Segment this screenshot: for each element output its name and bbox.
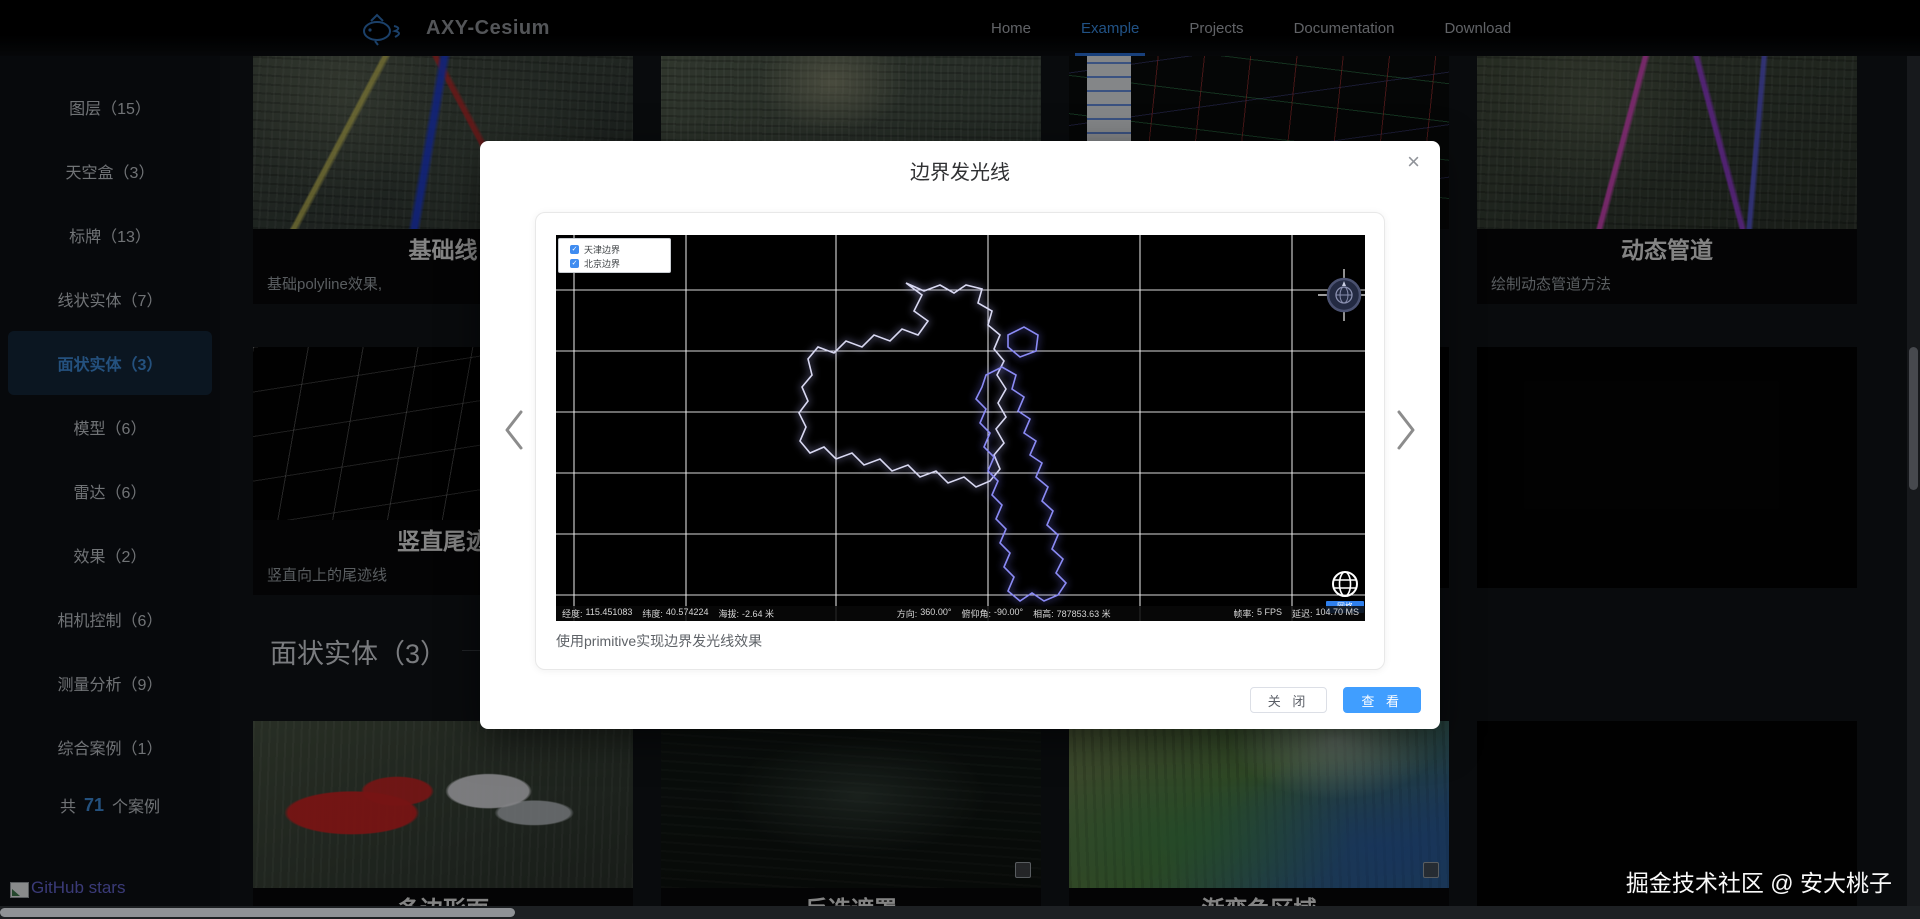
close-icon[interactable]: × bbox=[1407, 151, 1420, 173]
latency-label: 延迟: bbox=[1292, 607, 1313, 620]
dialog-footer: 关 闭 查 看 bbox=[1250, 687, 1421, 713]
layer-label: 天津边界 bbox=[584, 243, 620, 256]
layer-row-beijing[interactable]: ✓ 北京边界 bbox=[570, 256, 670, 270]
heading-label: 方向: bbox=[897, 607, 918, 620]
status-perf-group: 帧率:5 FPS 延迟:104.70 MS bbox=[1233, 607, 1359, 620]
heading-value: 360.00° bbox=[920, 607, 951, 620]
watermark: 掘金技术社区 @ 安大桃子 bbox=[1626, 864, 1892, 898]
tianjin-boundary-line bbox=[976, 367, 1066, 601]
beijing-boundary-line bbox=[799, 283, 1006, 487]
altitude-value: -2.64 米 bbox=[742, 607, 774, 620]
fps-value: 5 FPS bbox=[1257, 607, 1282, 620]
dialog-title: 边界发光线 bbox=[480, 156, 1440, 185]
preview-caption: 使用primitive实现边界发光线效果 bbox=[556, 631, 762, 651]
cesium-map-preview[interactable]: ✓ 天津边界 ✓ 北京边界 bbox=[556, 235, 1365, 621]
status-camera-group: 方向:360.00° 俯仰角:-90.00° 相高:787853.63 米 bbox=[897, 607, 1111, 620]
example-dialog: 边界发光线 × bbox=[480, 141, 1440, 729]
vertical-scrollbar[interactable] bbox=[1907, 56, 1920, 919]
prev-arrow-button[interactable] bbox=[502, 407, 526, 453]
status-position-group: 经度:115.451083 纬度:40.574224 海拔:-2.64 米 bbox=[562, 607, 774, 620]
globe-icon bbox=[1330, 569, 1360, 599]
layer-panel: ✓ 天津边界 ✓ 北京边界 bbox=[558, 238, 671, 273]
close-button[interactable]: 关 闭 bbox=[1250, 687, 1328, 713]
page: 基础线 基础polyline效果, 动态管道 绘制动态管道方法 竖直尾迹 竖直向… bbox=[0, 0, 1920, 919]
camera-height-label: 相高: bbox=[1033, 607, 1054, 620]
viewer-statusbar: 经度:115.451083 纬度:40.574224 海拔:-2.64 米 方向… bbox=[556, 606, 1365, 621]
compass-widget[interactable] bbox=[1318, 269, 1365, 321]
tianjin-boundary-exclave bbox=[1008, 327, 1038, 357]
longitude-value: 115.451083 bbox=[586, 607, 633, 620]
pitch-value: -90.00° bbox=[994, 607, 1023, 620]
layer-row-tianjin[interactable]: ✓ 天津边界 bbox=[570, 242, 670, 256]
camera-height-value: 787853.63 米 bbox=[1057, 607, 1111, 620]
latitude-value: 40.574224 bbox=[666, 607, 709, 620]
chevron-right-icon bbox=[1394, 407, 1418, 453]
altitude-label: 海拔: bbox=[718, 607, 739, 620]
checkbox-checked-icon[interactable]: ✓ bbox=[570, 259, 579, 268]
pitch-label: 俯仰角: bbox=[961, 607, 991, 620]
latitude-label: 纬度: bbox=[642, 607, 663, 620]
map-scene bbox=[556, 235, 1365, 621]
longitude-label: 经度: bbox=[562, 607, 583, 620]
view-button[interactable]: 查 看 bbox=[1343, 687, 1421, 713]
horizontal-scrollbar[interactable] bbox=[0, 906, 1920, 919]
layer-label: 北京边界 bbox=[584, 257, 620, 270]
graticule-grid bbox=[556, 235, 1365, 621]
latency-value: 104.70 MS bbox=[1315, 607, 1359, 620]
vertical-scrollbar-thumb[interactable] bbox=[1909, 347, 1918, 490]
fps-label: 帧率: bbox=[1233, 607, 1254, 620]
compass-icon bbox=[1318, 269, 1365, 321]
chevron-left-icon bbox=[502, 407, 526, 453]
checkbox-checked-icon[interactable]: ✓ bbox=[570, 245, 579, 254]
next-arrow-button[interactable] bbox=[1394, 407, 1418, 453]
horizontal-scrollbar-thumb[interactable] bbox=[0, 908, 515, 917]
preview-box: ✓ 天津边界 ✓ 北京边界 bbox=[535, 212, 1385, 670]
